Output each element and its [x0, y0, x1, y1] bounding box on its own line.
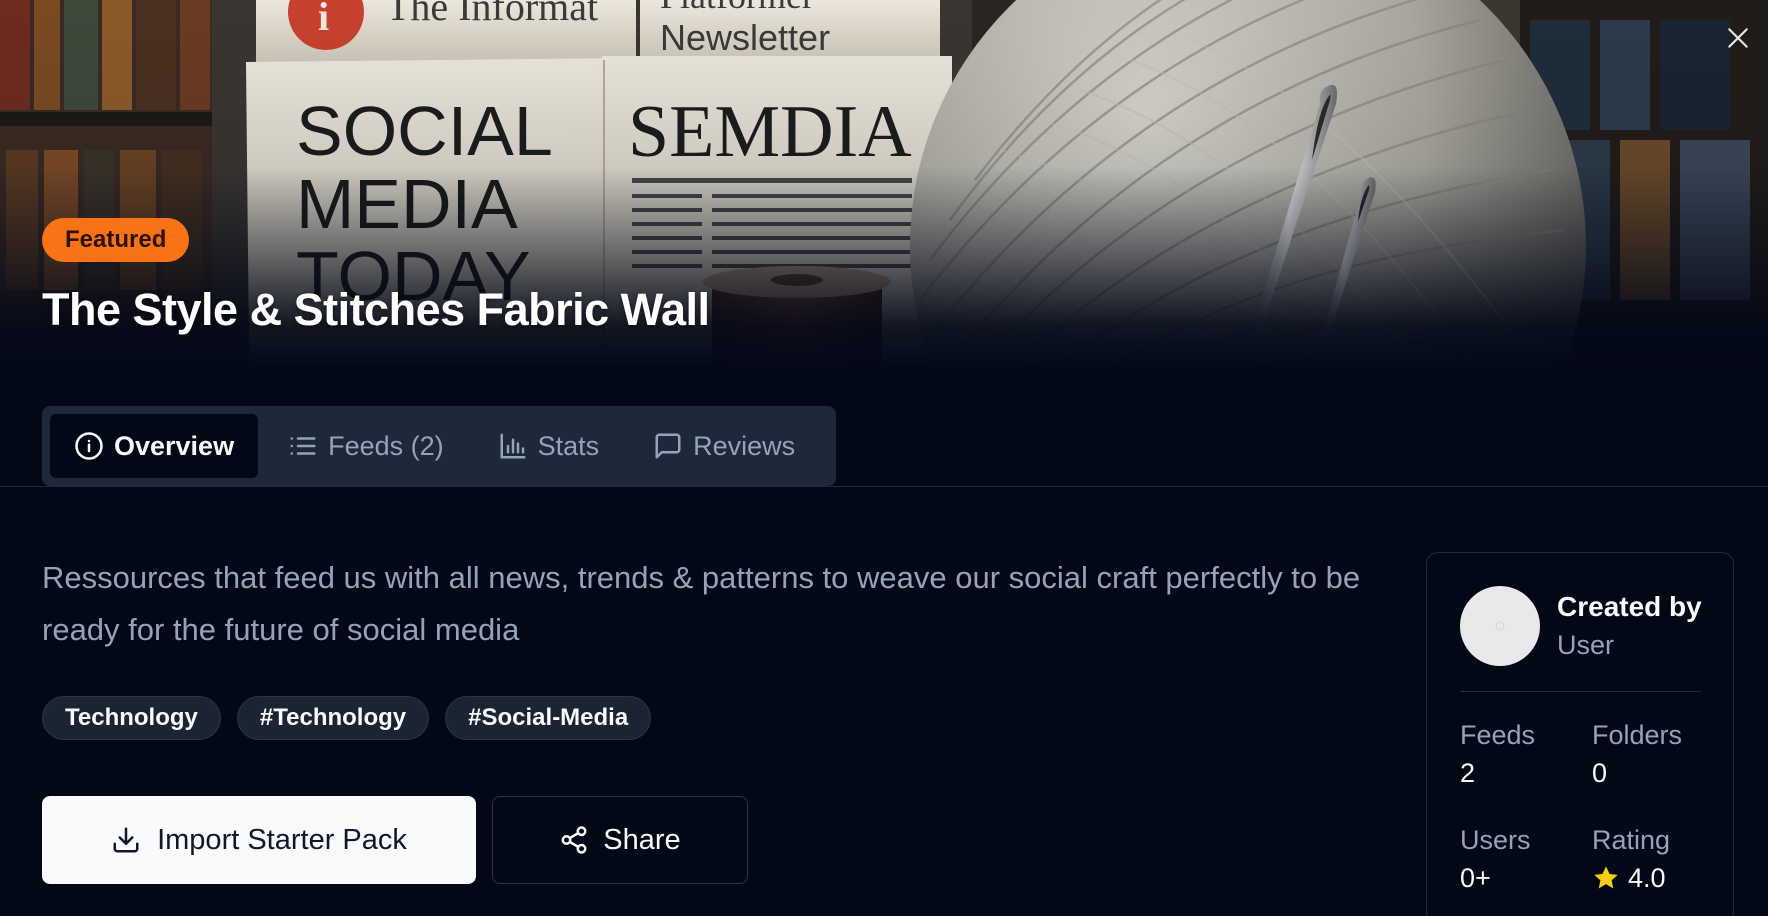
star-icon [1594, 866, 1618, 889]
stat-folders-value: 0 [1592, 758, 1608, 788]
tab-stats-label: Stats [537, 430, 600, 461]
featured-badge: Featured [42, 218, 190, 262]
message-square-icon [655, 433, 681, 459]
info-icon [75, 432, 103, 460]
rating-value: 4.0 [1628, 863, 1666, 893]
created-by-label: Created by [1557, 591, 1702, 622]
hero-banner: i The Informat Platformer Newsletter SOC… [0, 0, 1768, 370]
list-icon [290, 437, 316, 455]
stat-users: Users 0+ [1460, 822, 1531, 898]
tab-overview-label: Overview [114, 430, 235, 461]
tab-bar: Overview Feeds (2) Stats Reviews [42, 406, 836, 486]
tab-stats[interactable]: Stats [474, 414, 624, 478]
stat-rating-value-row: 4.0 [1592, 858, 1670, 898]
pack-info-card: Created by User Feeds 2 Folders 0 Users … [1426, 552, 1734, 916]
creator-info: Created by User [1460, 586, 1702, 666]
stat-feeds-label: Feeds [1460, 720, 1536, 750]
stat-users-label: Users [1460, 825, 1531, 855]
stat-folders: Folders 0 [1592, 717, 1682, 793]
user-placeholder-icon [1495, 621, 1505, 631]
tab-reviews-label: Reviews [693, 430, 796, 461]
card-divider [1460, 691, 1701, 692]
share-button-label: Share [603, 823, 681, 856]
download-icon [113, 827, 139, 853]
starter-pack-modal: i The Informat Platformer Newsletter SOC… [0, 0, 1768, 916]
stat-rating-label: Rating [1592, 825, 1671, 855]
tag-list: Technology #Technology #Social-Media [42, 696, 652, 740]
stat-users-value: 0+ [1460, 863, 1491, 893]
tab-feeds-label: Feeds (2) [328, 430, 444, 461]
pack-title: The Style & Stitches Fabric Wall [42, 284, 710, 335]
stat-feeds: Feeds 2 [1460, 717, 1535, 793]
bar-chart-icon [500, 433, 526, 459]
avatar[interactable] [1460, 586, 1540, 666]
stat-feeds-value: 2 [1460, 758, 1476, 788]
close-button[interactable] [1722, 22, 1754, 54]
pack-description: Ressources that feed us with all news, t… [42, 560, 1361, 647]
import-button-label: Import Starter Pack [157, 823, 407, 856]
tab-divider [0, 486, 1768, 487]
stat-folders-label: Folders [1592, 720, 1683, 750]
import-starter-pack-button[interactable]: Import Starter Pack [42, 796, 476, 884]
tab-reviews[interactable]: Reviews [629, 414, 819, 478]
tab-feeds[interactable]: Feeds (2) [264, 414, 468, 478]
tab-overview[interactable]: Overview [50, 414, 259, 478]
share-button[interactable]: Share [492, 796, 748, 884]
close-icon [1728, 28, 1748, 48]
tag-item[interactable]: #Technology [236, 696, 430, 740]
creator-name[interactable]: User [1557, 626, 1702, 664]
stat-rating: Rating 4.0 [1592, 822, 1670, 898]
tag-item[interactable]: #Social-Media [445, 696, 652, 740]
tag-item[interactable]: Technology [42, 696, 221, 740]
share-icon [561, 826, 587, 854]
